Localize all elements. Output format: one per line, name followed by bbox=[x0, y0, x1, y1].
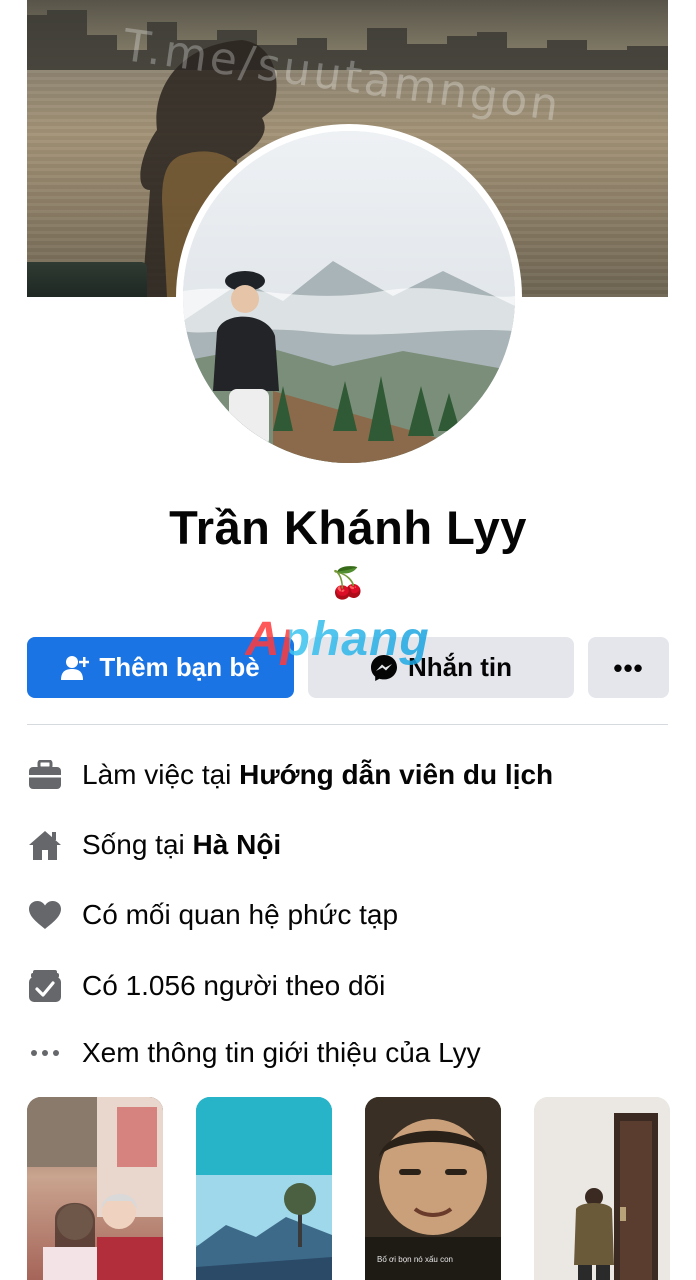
section-divider bbox=[27, 724, 668, 725]
lives-prefix: Sống tại bbox=[82, 829, 193, 860]
lives-place: Hà Nội bbox=[192, 829, 282, 860]
home-icon bbox=[27, 827, 63, 863]
info-row-followers[interactable]: Có 1.056 người theo dõi bbox=[27, 966, 385, 1006]
more-horizontal-icon bbox=[27, 1035, 63, 1071]
story-1-image bbox=[27, 1097, 163, 1280]
add-friend-button[interactable]: Thêm bạn bè bbox=[27, 637, 294, 698]
more-options-button[interactable]: ••• bbox=[588, 637, 669, 698]
story-2-image bbox=[196, 1097, 332, 1280]
story-3-caption: Bố ơi bọn nó xấu con bbox=[377, 1255, 453, 1264]
story-4-image bbox=[534, 1097, 670, 1280]
featured-story-2[interactable] bbox=[196, 1097, 332, 1280]
featured-story-3[interactable]: Bố ơi bọn nó xấu con bbox=[365, 1097, 501, 1280]
see-about-text: Xem thông tin giới thiệu của Lyy bbox=[82, 1037, 481, 1068]
add-friend-icon bbox=[61, 655, 90, 680]
info-row-lives: Sống tại Hà Nội bbox=[27, 825, 281, 865]
story-3-image bbox=[365, 1097, 501, 1280]
message-label: Nhắn tin bbox=[408, 652, 512, 682]
profile-name: Trần Khánh Lyy bbox=[169, 501, 527, 554]
bio-emoji: 🍒 bbox=[329, 567, 367, 600]
cover-railing bbox=[27, 262, 147, 297]
avatar-landscape bbox=[183, 131, 515, 463]
followers-check-icon bbox=[27, 968, 63, 1004]
work-place: Hướng dẫn viên du lịch bbox=[239, 759, 554, 790]
more-dots-icon: ••• bbox=[613, 652, 644, 683]
featured-story-4[interactable] bbox=[534, 1097, 670, 1280]
info-row-see-about[interactable]: Xem thông tin giới thiệu của Lyy bbox=[27, 1033, 481, 1073]
relationship-text: Có mối quan hệ phức tạp bbox=[82, 899, 399, 930]
messenger-icon bbox=[371, 654, 397, 681]
info-row-work: Làm việc tại Hướng dẫn viên du lịch bbox=[27, 755, 553, 795]
message-button[interactable]: Nhắn tin bbox=[308, 637, 574, 698]
heart-icon bbox=[27, 897, 63, 933]
followers-text: Có 1.056 người theo dõi bbox=[82, 970, 386, 1001]
featured-story-1[interactable] bbox=[27, 1097, 163, 1280]
add-friend-label: Thêm bạn bè bbox=[99, 652, 260, 682]
info-row-relationship: Có mối quan hệ phức tạp bbox=[27, 895, 398, 935]
profile-avatar[interactable] bbox=[183, 131, 515, 463]
work-prefix: Làm việc tại bbox=[82, 759, 240, 790]
briefcase-icon bbox=[27, 757, 63, 793]
